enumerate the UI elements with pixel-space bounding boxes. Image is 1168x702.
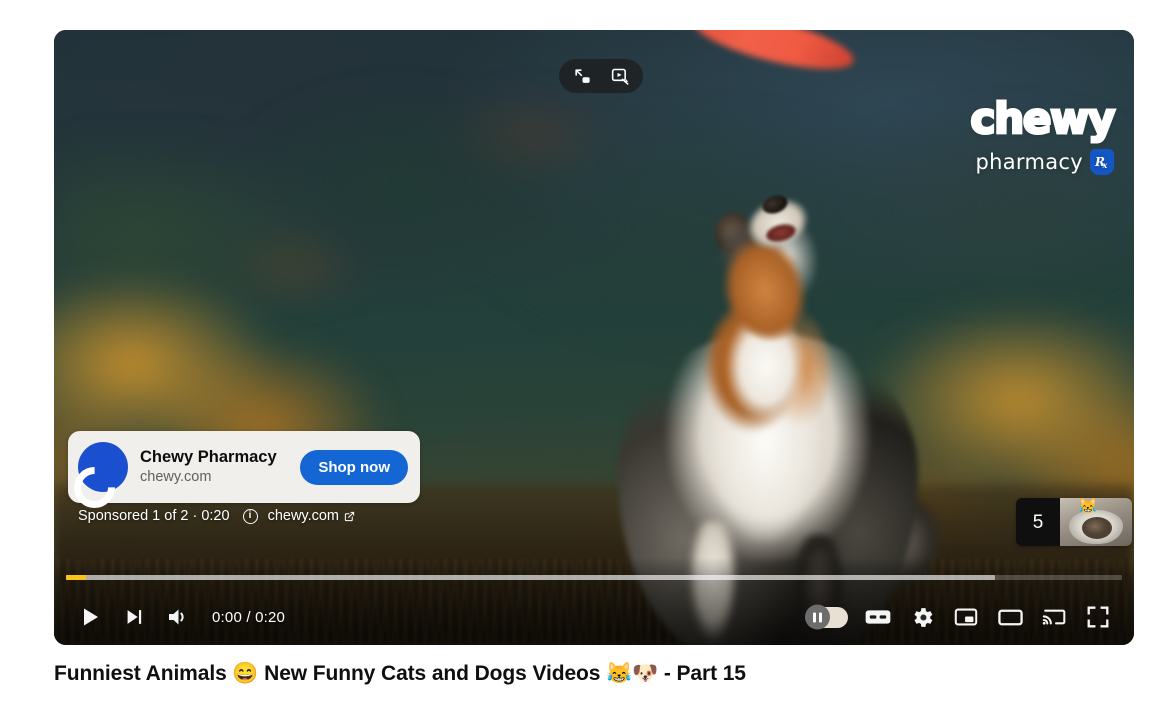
- advertiser-info: Chewy Pharmacy chewy.com: [140, 447, 288, 487]
- video-title: Funniest Animals 😄 New Funny Cats and Do…: [54, 662, 746, 685]
- dog-subject: [566, 165, 986, 645]
- enhance-video-icon[interactable]: [604, 62, 636, 90]
- cast-icon[interactable]: [1032, 595, 1076, 639]
- volume-button[interactable]: [156, 595, 200, 639]
- time-display: 0:00 / 0:20: [212, 608, 286, 626]
- shop-now-button[interactable]: Shop now: [300, 449, 408, 485]
- ad-sponsored-row: Sponsored 1 of 2 · 0:20 i chewy.com: [78, 508, 355, 524]
- ad-visit-domain: chewy.com: [267, 508, 340, 524]
- miniplayer-button[interactable]: [944, 595, 988, 639]
- ad-advertiser-card[interactable]: Chewy Pharmacy chewy.com Shop now: [68, 431, 420, 503]
- next-video-thumbnail: 😹: [1060, 498, 1132, 546]
- player-overlay-buttons[interactable]: [559, 59, 643, 93]
- ad-info-icon[interactable]: i: [242, 508, 258, 524]
- captions-button[interactable]: [856, 595, 900, 639]
- svg-text:x: x: [1102, 160, 1108, 170]
- advertiser-name: Chewy Pharmacy: [140, 447, 277, 466]
- chewy-pharmacy-label: pharmacy: [975, 149, 1083, 174]
- autoplay-track: [805, 604, 848, 630]
- chewy-pharmacy-row: pharmacy R x: [971, 149, 1114, 175]
- theater-mode-button[interactable]: [988, 595, 1032, 639]
- chewy-brand-overlay: chewy pharmacy R x: [969, 94, 1117, 175]
- progress-bar[interactable]: [66, 575, 1122, 580]
- settings-gear-icon[interactable]: [900, 595, 944, 639]
- progress-loaded: [66, 575, 996, 580]
- ad-countdown-card[interactable]: 5 😹: [1016, 498, 1132, 546]
- control-button-row: 0:00 / 0:20: [54, 589, 1134, 645]
- progress-played: [66, 575, 87, 580]
- chewy-wordmark: chewy: [969, 94, 1117, 143]
- external-link-icon: [344, 511, 355, 521]
- thumbnail-emoji: 😹: [1078, 498, 1098, 515]
- miniplayer-icon[interactable]: [566, 62, 598, 90]
- advertiser-avatar: [78, 442, 128, 492]
- fullscreen-button[interactable]: [1076, 595, 1120, 639]
- autoplay-toggle[interactable]: [800, 595, 856, 639]
- sponsored-label: Sponsored 1 of 2 · 0:20: [78, 508, 230, 524]
- thumbnail-cat-shape: [1081, 517, 1112, 540]
- video-player[interactable]: chewy pharmacy R x Chewy Pharmacy chewy.…: [54, 30, 1134, 645]
- autoplay-knob-pause-icon: [805, 604, 830, 630]
- advertiser-domain: chewy.com: [140, 469, 212, 486]
- next-video-button[interactable]: [112, 595, 156, 639]
- ad-visit-link[interactable]: chewy.com: [268, 508, 355, 524]
- play-button[interactable]: [68, 595, 112, 639]
- rx-badge-icon: R x: [1090, 149, 1114, 175]
- countdown-seconds: 5: [1032, 511, 1044, 533]
